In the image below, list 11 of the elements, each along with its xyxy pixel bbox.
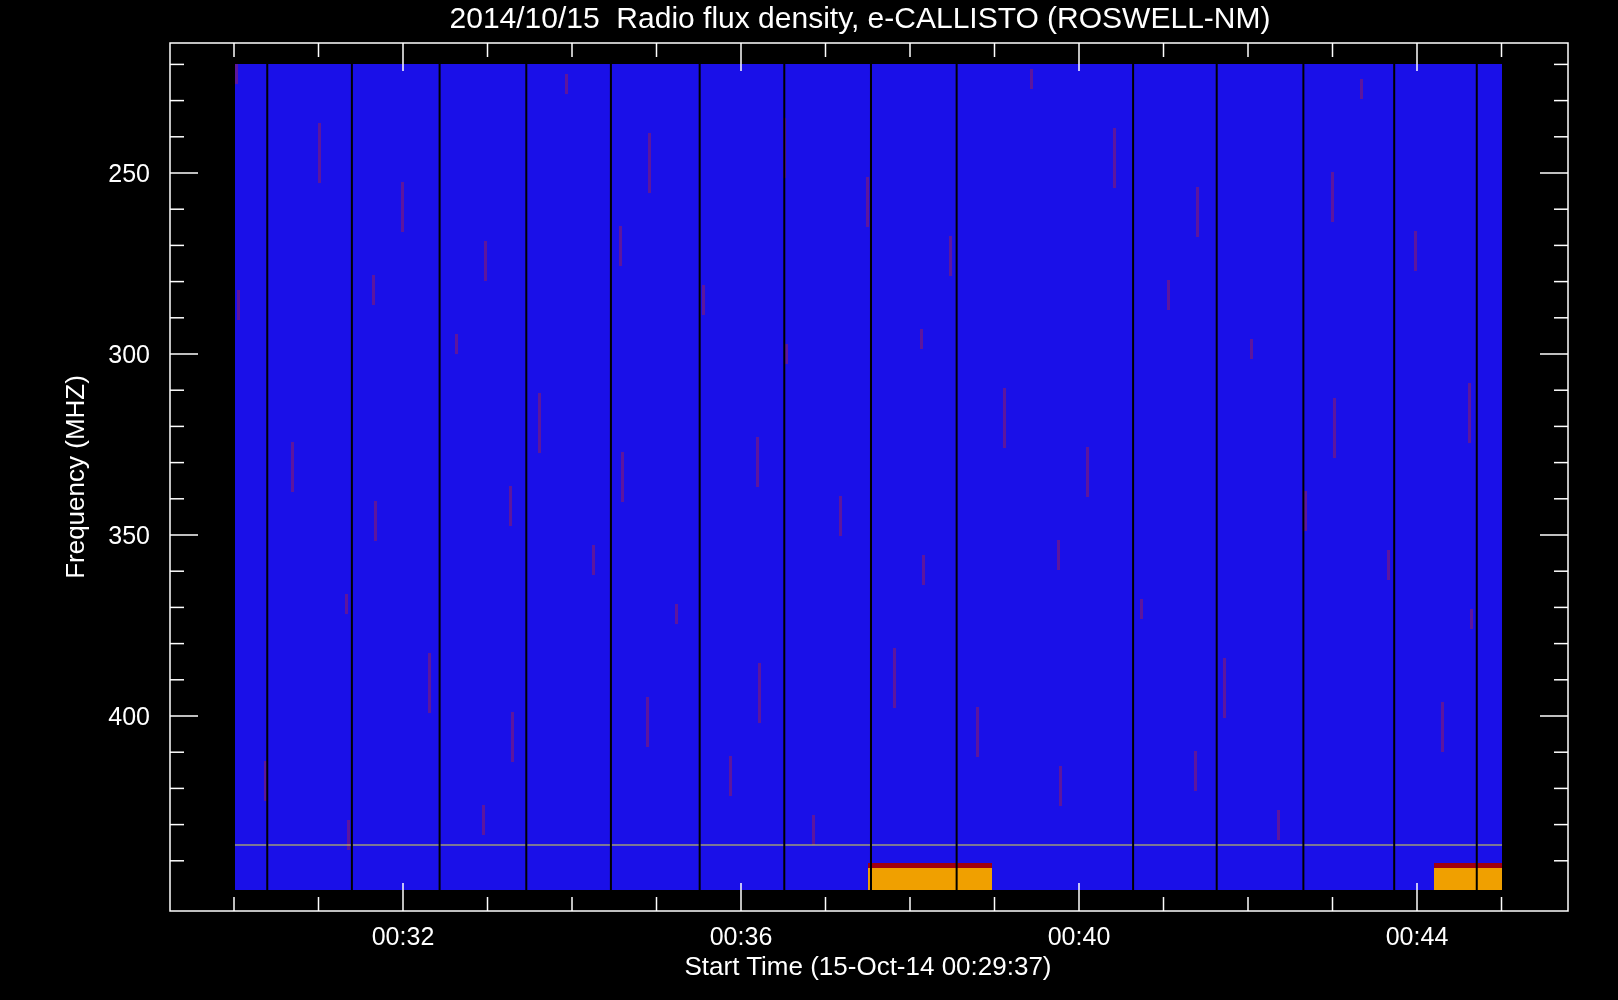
x-axis-label: Start Time (15-Oct-14 00:29:37): [684, 951, 1052, 981]
y-axis-label: Frequency (MHZ): [60, 375, 90, 579]
chart-title: 2014/10/15 Radio flux density, e-CALLISTO (ROSWELL-NM): [449, 1, 1271, 34]
x-tick-label: 00:32: [371, 922, 435, 950]
y-tick-label: 250: [108, 159, 150, 187]
y-tick-label: 300: [108, 340, 150, 368]
x-tick-label: 00:40: [1047, 922, 1111, 950]
y-tick-label: 400: [108, 702, 150, 730]
y-tick-label: 350: [108, 521, 150, 549]
x-tick-label: 00:36: [709, 922, 773, 950]
x-tick-label: 00:44: [1385, 922, 1449, 950]
